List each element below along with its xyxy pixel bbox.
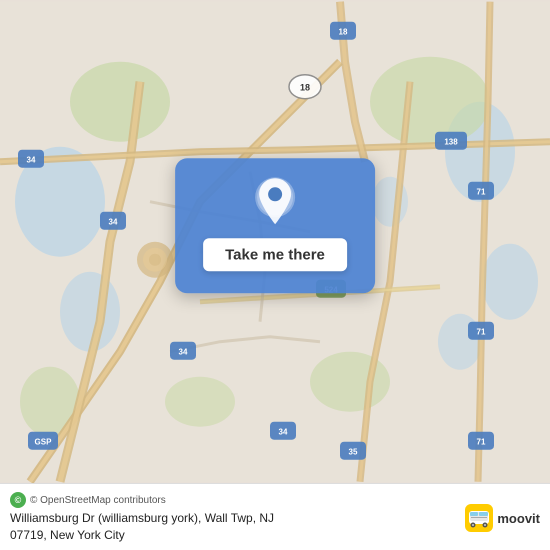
svg-text:GSP: GSP <box>35 438 53 447</box>
svg-text:34: 34 <box>179 348 188 357</box>
take-me-there-button[interactable]: Take me there <box>203 238 347 271</box>
app: 34 34 34 34 18 18 138 71 71 71 <box>0 0 550 550</box>
bottom-left-info: © © OpenStreetMap contributors Williamsb… <box>10 492 455 544</box>
moovit-brand-text: moovit <box>497 511 540 526</box>
svg-text:138: 138 <box>444 138 458 147</box>
bottom-bar: © © OpenStreetMap contributors Williamsb… <box>0 483 550 550</box>
map-pin-icon <box>254 176 296 228</box>
map-container: 34 34 34 34 18 18 138 71 71 71 <box>0 0 550 483</box>
svg-text:71: 71 <box>477 188 486 197</box>
location-card: Take me there <box>175 158 375 293</box>
svg-text:18: 18 <box>339 28 348 37</box>
osm-attribution-text: © OpenStreetMap contributors <box>30 495 166 506</box>
svg-text:34: 34 <box>279 428 288 437</box>
moovit-logo: moovit <box>465 504 540 532</box>
address-line2: 07719, New York City <box>10 528 125 542</box>
svg-text:34: 34 <box>109 218 118 227</box>
svg-text:18: 18 <box>300 83 310 93</box>
svg-text:35: 35 <box>349 448 358 457</box>
osm-logo: © <box>10 492 26 508</box>
svg-text:34: 34 <box>27 156 36 165</box>
address-line1: Williamsburg Dr (williamsburg york), Wal… <box>10 511 274 525</box>
osm-attribution: © © OpenStreetMap contributors <box>10 492 455 508</box>
moovit-bus-icon <box>465 504 493 532</box>
svg-text:71: 71 <box>477 438 486 447</box>
svg-text:71: 71 <box>477 328 486 337</box>
address-text: Williamsburg Dr (williamsburg york), Wal… <box>10 510 455 544</box>
